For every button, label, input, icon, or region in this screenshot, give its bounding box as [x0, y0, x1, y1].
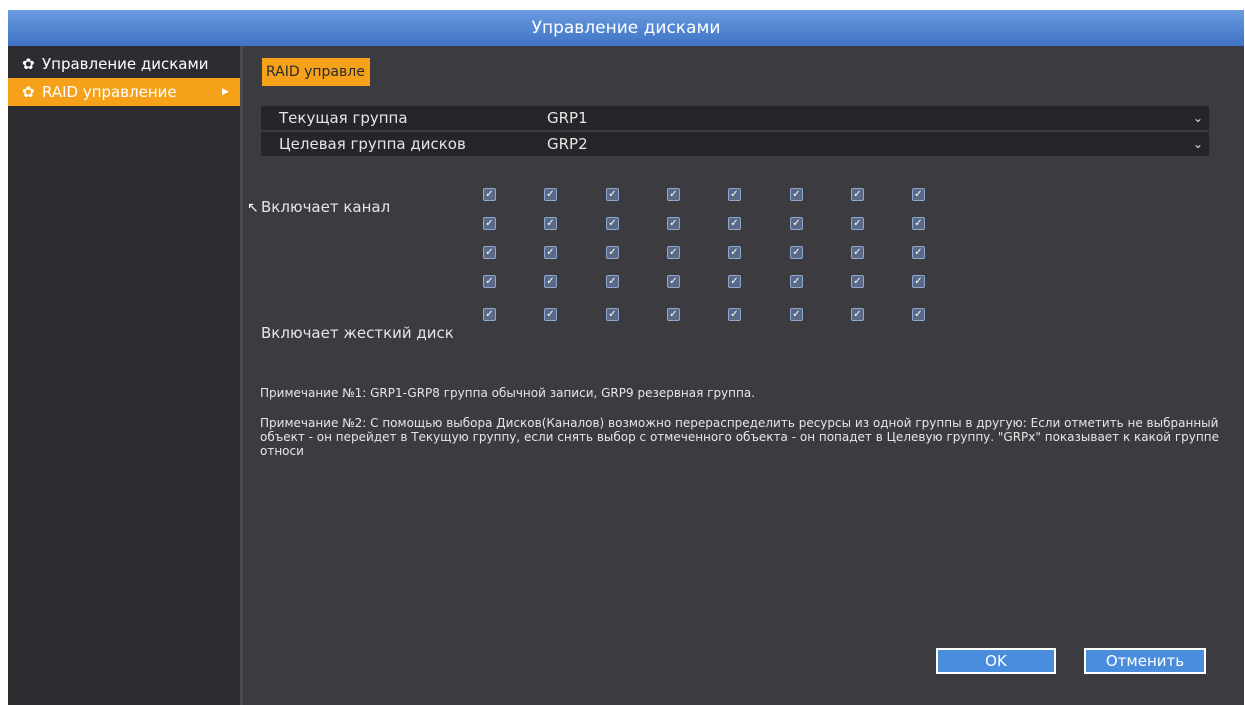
- chevron-right-icon: ▶: [222, 87, 229, 97]
- channel-checkbox[interactable]: ✓: [483, 188, 496, 201]
- channel-checkbox[interactable]: ✓: [667, 275, 680, 288]
- channel-checkbox[interactable]: ✓: [851, 188, 864, 201]
- channel-checkbox[interactable]: ✓: [728, 188, 741, 201]
- channel-checkbox[interactable]: ✓: [912, 275, 925, 288]
- channel-checkbox[interactable]: ✓: [483, 246, 496, 259]
- channel-checkbox[interactable]: ✓: [606, 217, 619, 230]
- sidebar-item-raid-management[interactable]: ✿ RAID управление ▶: [8, 78, 240, 106]
- channel-checkbox[interactable]: ✓: [667, 217, 680, 230]
- hdd-checkbox[interactable]: ✓: [667, 308, 680, 321]
- channel-checkbox[interactable]: ✓: [483, 275, 496, 288]
- channel-checkbox[interactable]: ✓: [544, 275, 557, 288]
- target-group-select[interactable]: Целевая группа дисков GRP2 ⌄: [261, 132, 1209, 156]
- channel-checkbox[interactable]: ✓: [606, 246, 619, 259]
- channel-checkbox[interactable]: ✓: [851, 217, 864, 230]
- channel-checkbox[interactable]: ✓: [483, 217, 496, 230]
- current-group-select[interactable]: Текущая группа GRP1 ⌄: [261, 106, 1209, 130]
- channel-checkbox[interactable]: ✓: [544, 246, 557, 259]
- sidebar-item-label: Управление дисками: [42, 55, 209, 73]
- hdd-checkbox[interactable]: ✓: [912, 308, 925, 321]
- tab-raid-management[interactable]: RAID управле: [262, 58, 370, 86]
- hdd-checkbox[interactable]: ✓: [544, 308, 557, 321]
- channel-checkbox[interactable]: ✓: [912, 188, 925, 201]
- hdd-checkbox[interactable]: ✓: [483, 308, 496, 321]
- channel-checkbox[interactable]: ✓: [606, 188, 619, 201]
- channel-checkbox[interactable]: ✓: [912, 217, 925, 230]
- hdd-checkbox[interactable]: ✓: [606, 308, 619, 321]
- disk-management-window: Управление дисками ✿ Управление дисками …: [8, 10, 1244, 705]
- channels-label: Включает канал: [261, 198, 391, 216]
- gears-icon: ✿: [22, 83, 35, 101]
- current-group-label: Текущая группа: [279, 109, 408, 127]
- channel-checkbox[interactable]: ✓: [667, 188, 680, 201]
- channel-checkbox[interactable]: ✓: [790, 188, 803, 201]
- channel-checkbox[interactable]: ✓: [790, 246, 803, 259]
- channel-checkbox[interactable]: ✓: [728, 246, 741, 259]
- target-group-label: Целевая группа дисков: [279, 135, 466, 153]
- channel-checkbox[interactable]: ✓: [667, 246, 680, 259]
- channel-checkbox[interactable]: ✓: [728, 275, 741, 288]
- target-group-value: GRP2: [547, 135, 588, 153]
- channel-checkbox[interactable]: ✓: [790, 217, 803, 230]
- current-group-value: GRP1: [547, 109, 588, 127]
- channel-checkbox[interactable]: ✓: [851, 246, 864, 259]
- sidebar-item-label: RAID управление: [42, 83, 177, 101]
- channel-checkbox[interactable]: ✓: [851, 275, 864, 288]
- cancel-button[interactable]: Отменить: [1084, 648, 1206, 674]
- channel-checkbox[interactable]: ✓: [912, 246, 925, 259]
- chevron-down-icon[interactable]: ⌄: [1193, 132, 1203, 156]
- gear-icon: ✿: [22, 55, 35, 73]
- mouse-cursor-icon: ↖: [247, 200, 259, 216]
- channel-checkbox[interactable]: ✓: [544, 217, 557, 230]
- hdd-checkbox[interactable]: ✓: [728, 308, 741, 321]
- sidebar-item-disk-management[interactable]: ✿ Управление дисками: [8, 50, 240, 78]
- channel-checkbox[interactable]: ✓: [606, 275, 619, 288]
- raid-panel: RAID управле Текущая группа GRP1 ⌄ Целев…: [243, 46, 1244, 705]
- channel-checkbox[interactable]: ✓: [790, 275, 803, 288]
- hdd-label: Включает жесткий диск: [261, 324, 454, 342]
- ok-button[interactable]: OK: [936, 648, 1056, 674]
- note-2: Примечание №2: С помощью выбора Дисков(К…: [260, 416, 1219, 458]
- channel-checkbox[interactable]: ✓: [728, 217, 741, 230]
- sidebar: ✿ Управление дисками ✿ RAID управление ▶: [8, 46, 240, 705]
- hdd-checkbox[interactable]: ✓: [790, 308, 803, 321]
- hdd-checkbox[interactable]: ✓: [851, 308, 864, 321]
- window-title: Управление дисками: [8, 10, 1244, 46]
- chevron-down-icon[interactable]: ⌄: [1193, 106, 1203, 130]
- channel-checkbox[interactable]: ✓: [544, 188, 557, 201]
- note-1: Примечание №1: GRP1-GRP8 группа обычной …: [260, 386, 756, 400]
